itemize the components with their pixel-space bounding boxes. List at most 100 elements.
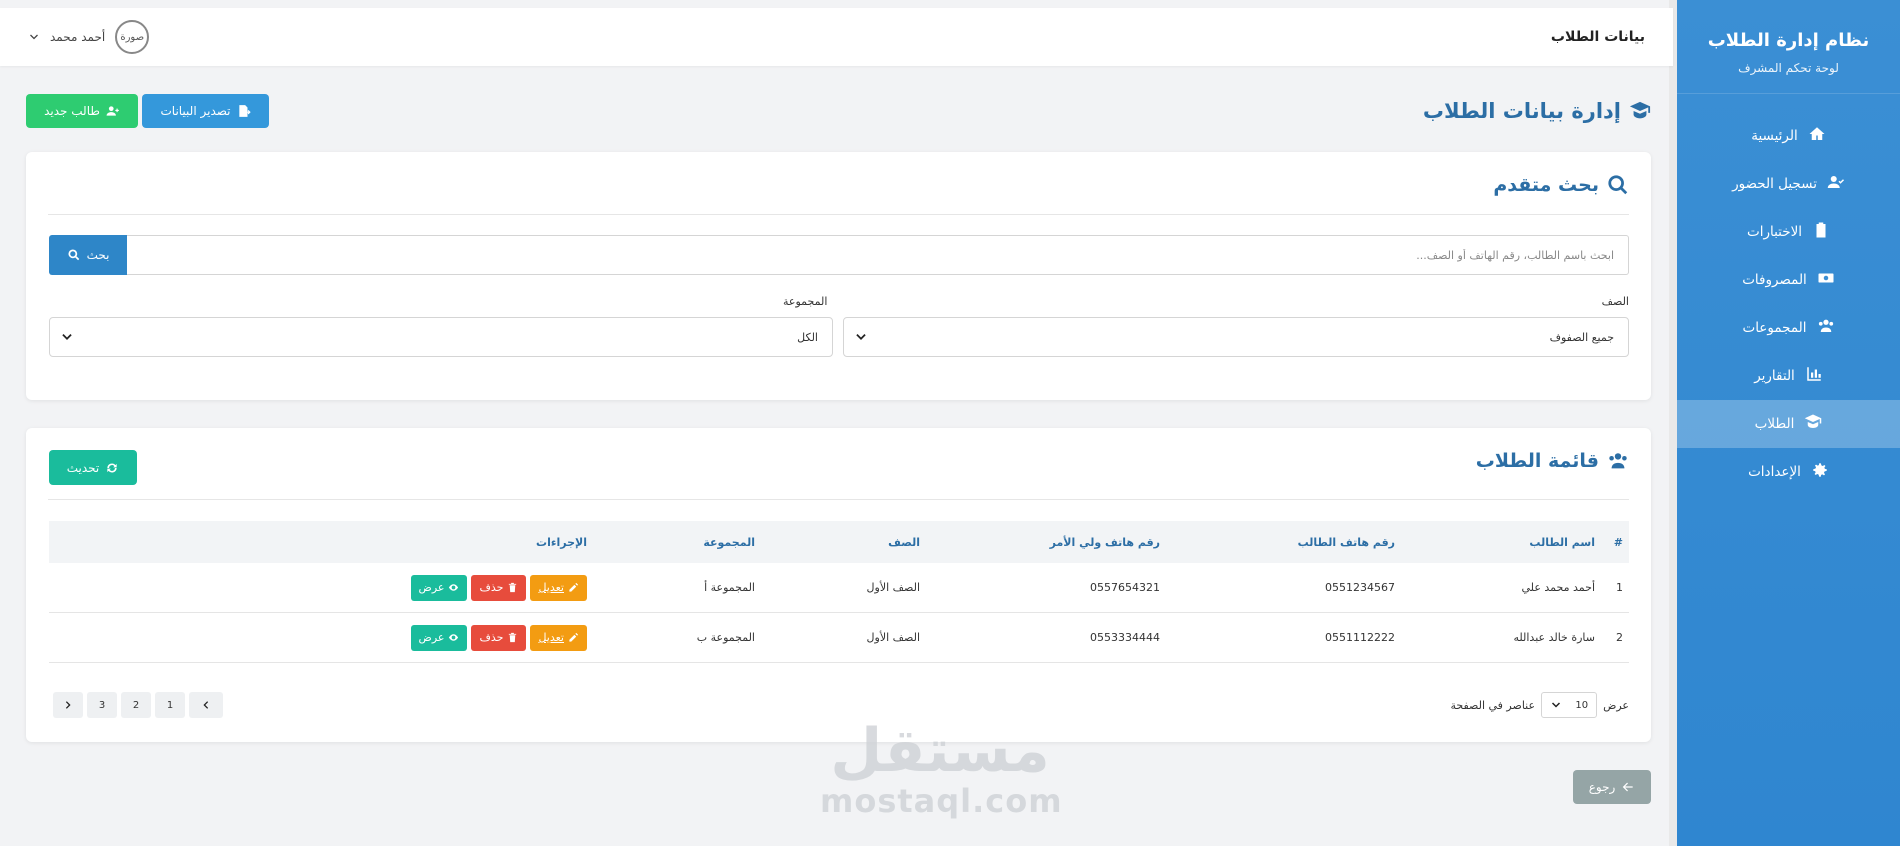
page-title: إدارة بيانات الطلاب xyxy=(1423,99,1651,123)
sidebar-item-settings[interactable]: الإعدادات xyxy=(1677,448,1900,496)
export-label: تصدير البيانات xyxy=(160,104,231,118)
refresh-button[interactable]: تحديث xyxy=(49,450,137,485)
pagination: 3 2 1 xyxy=(53,692,223,718)
chevron-down-icon xyxy=(1552,702,1561,708)
clipboard-icon xyxy=(1812,221,1830,243)
watermark-arabic: مستقل xyxy=(830,716,1050,786)
pagination-next[interactable] xyxy=(53,692,83,718)
user-check-icon xyxy=(1827,173,1845,195)
sidebar-item-label: المجموعات xyxy=(1742,320,1807,336)
col-header-group: المجموعة xyxy=(703,535,755,549)
gear-icon xyxy=(1811,461,1829,483)
export-button[interactable]: تصدير البيانات xyxy=(142,94,269,128)
money-icon xyxy=(1817,269,1835,291)
col-header-phone: رقم هاتف الطالب xyxy=(1297,535,1395,549)
cell-parent-phone: 0553334444 xyxy=(1090,631,1160,644)
edit-label: تعديل xyxy=(538,581,564,594)
new-student-label: طالب جديد xyxy=(44,104,100,118)
sidebar-item-label: الاختبارات xyxy=(1746,224,1803,240)
delete-label: حذف xyxy=(479,631,504,644)
pagination-page-3[interactable]: 3 xyxy=(87,692,117,718)
search-card: بحث متقدم بحث الصف جميع الصفوف المجموعة … xyxy=(26,152,1651,400)
cell-num: 2 xyxy=(1616,631,1623,644)
search-button[interactable]: بحث xyxy=(49,235,127,275)
refresh-label: تحديث xyxy=(66,460,100,475)
class-select-value: جميع الصفوف xyxy=(1549,330,1614,344)
students-list-card: قائمة الطلاب تحديث # اسم الطالب رقم هاتف… xyxy=(26,428,1651,742)
sidebar-item-home[interactable]: الرئيسية xyxy=(1677,112,1900,160)
cell-num: 1 xyxy=(1616,581,1623,594)
avatar: صورة xyxy=(115,20,150,54)
table-row: 2 سارة خالد عبدالله 0551112222 055333444… xyxy=(49,613,1629,663)
table-row: 1 أحمد محمد علي 0551234567 0557654321 ال… xyxy=(49,563,1629,613)
pagination-page-1[interactable]: 1 xyxy=(155,692,185,718)
graduate-icon xyxy=(1629,101,1651,119)
group-select[interactable]: الكل xyxy=(49,317,833,357)
sidebar-item-students[interactable]: الطلاب xyxy=(1677,400,1900,448)
top-bar: أحمد محمد صورة بيانات الطلاب xyxy=(0,8,1673,66)
sidebar-item-groups[interactable]: المجموعات xyxy=(1677,304,1900,352)
cell-class: الصف الأول xyxy=(866,581,920,594)
delete-label: حذف xyxy=(479,581,504,594)
per-page-prefix: عرض xyxy=(1603,698,1629,712)
watermark-english: mostaql.com xyxy=(820,782,1063,820)
divider xyxy=(48,499,1629,500)
per-page-value: 10 xyxy=(1575,699,1589,711)
cell-group: المجموعة أ xyxy=(704,581,755,594)
back-button[interactable]: رجوع xyxy=(1573,770,1651,804)
watermark: مستقل mostaql.com xyxy=(820,716,1063,820)
group-select-value: الكل xyxy=(797,330,818,344)
class-select[interactable]: جميع الصفوف xyxy=(843,317,1629,357)
view-button[interactable]: عرض xyxy=(410,574,468,601)
cell-parent-phone: 0557654321 xyxy=(1090,581,1160,594)
sidebar-item-expenses[interactable]: المصروفات xyxy=(1677,256,1900,304)
users-icon xyxy=(1609,453,1627,469)
chevron-down-icon xyxy=(30,34,38,40)
cell-class: الصف الأول xyxy=(866,631,920,644)
sidebar-nav: الرئيسية تسجيل الحضور الاختبارات المصروف… xyxy=(1677,112,1900,496)
edit-icon xyxy=(569,582,579,592)
page-header: طالب جديد تصدير البيانات إدارة بيانات ال… xyxy=(26,93,1651,129)
pagination-page-2[interactable]: 2 xyxy=(121,692,151,718)
sidebar-item-reports[interactable]: التقارير xyxy=(1677,352,1900,400)
view-button[interactable]: عرض xyxy=(410,624,468,651)
sidebar: نظام إدارة الطلاب لوحة تحكم المشرف الرئي… xyxy=(1669,0,1900,846)
cell-phone: 0551112222 xyxy=(1325,631,1395,644)
users-icon xyxy=(1817,317,1835,339)
cell-phone: 0551234567 xyxy=(1325,581,1395,594)
delete-button[interactable]: حذف xyxy=(471,574,527,601)
pagination-prev[interactable] xyxy=(189,692,223,718)
cell-group: المجموعة ب xyxy=(696,631,755,644)
sidebar-item-label: الإعدادات xyxy=(1748,464,1801,480)
col-header-class: الصف xyxy=(888,535,920,549)
sidebar-item-attendance[interactable]: تسجيل الحضور xyxy=(1677,160,1900,208)
page-title-bar: بيانات الطلاب xyxy=(1550,29,1645,45)
eye-icon xyxy=(449,584,459,591)
brand-subtitle: لوحة تحكم المشرف xyxy=(1738,61,1839,75)
edit-button[interactable]: تعديل xyxy=(530,624,587,651)
brand-title: نظام إدارة الطلاب xyxy=(1707,30,1870,51)
user-plus-icon xyxy=(106,106,119,116)
cell-actions: تعديل حذف عرض xyxy=(347,624,587,651)
students-table: # اسم الطالب رقم هاتف الطالب رقم هاتف ول… xyxy=(49,521,1629,663)
edit-button[interactable]: تعديل xyxy=(530,574,587,601)
eye-icon xyxy=(449,634,459,641)
col-header-actions: الإجراءات xyxy=(536,535,587,549)
list-title-text: قائمة الطلاب xyxy=(1475,450,1599,472)
scrollbar[interactable] xyxy=(1669,0,1677,846)
new-student-button[interactable]: طالب جديد xyxy=(26,94,138,128)
user-menu[interactable]: أحمد محمد صورة xyxy=(28,20,150,54)
chevron-down-icon xyxy=(856,334,866,340)
search-row: بحث xyxy=(49,235,1629,275)
sidebar-item-exams[interactable]: الاختبارات xyxy=(1677,208,1900,256)
chart-icon xyxy=(1805,365,1823,387)
delete-button[interactable]: حذف xyxy=(471,624,527,651)
per-page-select[interactable]: 10 xyxy=(1541,692,1598,718)
search-title: بحث متقدم xyxy=(1493,174,1629,196)
file-export-icon xyxy=(238,105,251,117)
divider xyxy=(48,214,1629,215)
refresh-icon xyxy=(107,463,117,472)
search-input[interactable] xyxy=(127,235,1629,275)
search-button-label: بحث xyxy=(86,248,110,262)
col-header-parent-phone: رقم هاتف ولي الأمر xyxy=(1049,535,1160,549)
